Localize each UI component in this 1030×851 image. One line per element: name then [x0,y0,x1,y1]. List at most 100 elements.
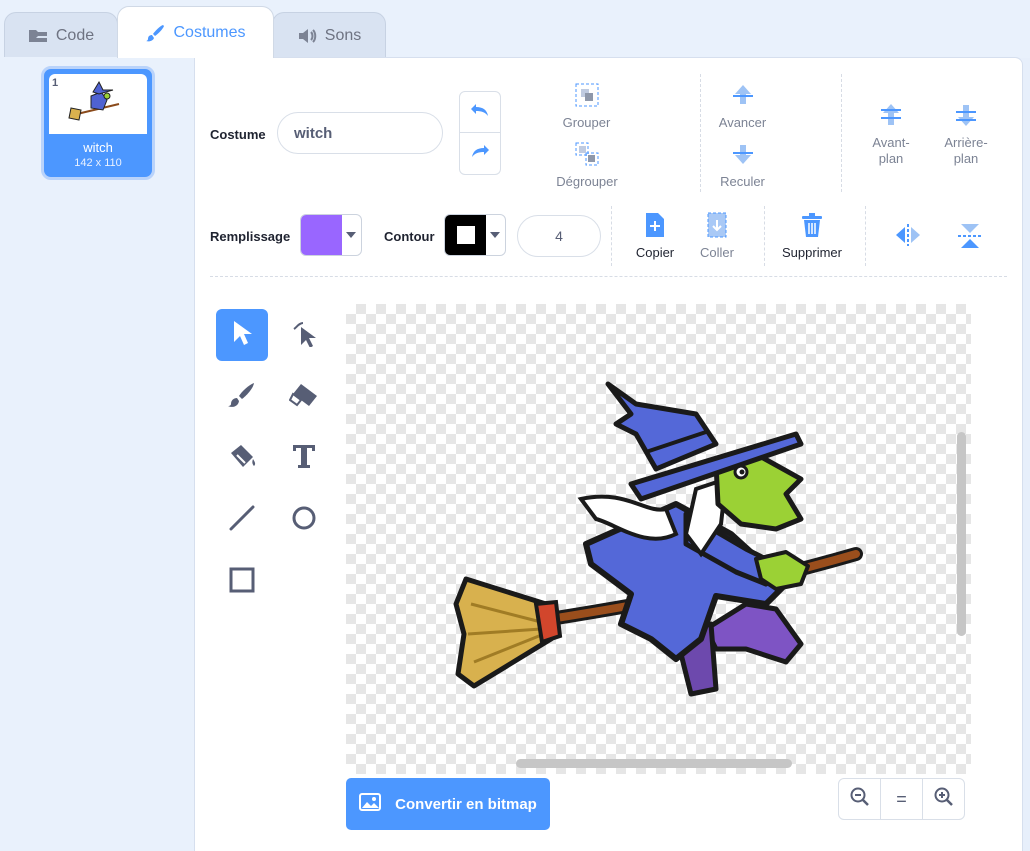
arrow-cursor-icon [231,320,253,351]
outline-width-input[interactable] [517,215,601,257]
tool-select[interactable] [216,309,268,361]
text-icon [291,443,317,474]
reshape-icon [290,319,318,352]
zoom-reset-button[interactable]: = [881,779,923,819]
tool-circle[interactable] [278,494,330,546]
group-icon [574,82,600,111]
zoom-out-icon [850,787,870,812]
drawing-canvas[interactable] [346,304,971,774]
copy-button[interactable]: Copier [631,212,679,261]
flip-vertical-button[interactable] [955,222,985,253]
divider [611,206,612,266]
undo-button[interactable] [459,91,501,133]
flip-vertical-icon [958,222,982,253]
rectangle-icon [228,566,256,599]
forward-label: Avancer [718,115,767,130]
paste-label: Coller [700,245,734,260]
tool-line[interactable] [216,494,268,546]
redo-button[interactable] [459,133,501,175]
costume-name-input[interactable] [277,112,443,154]
costume-size: 142 x 110 [74,157,122,169]
group-label: Grouper [562,115,611,130]
speaker-icon [297,27,317,45]
fill-color-swatch [301,215,342,255]
convert-to-bitmap-button[interactable]: Convertir en bitmap [346,778,550,830]
zoom-controls: = [838,778,965,820]
copy-icon [643,212,667,241]
bring-to-front-button[interactable]: Avant- plan [863,102,919,167]
tab-sounds-label: Sons [324,26,362,44]
tab-costumes[interactable]: Costumes [117,6,274,58]
tab-sounds[interactable]: Sons [272,12,386,58]
tool-rectangle[interactable] [216,556,268,608]
ungroup-button[interactable]: Dégrouper [556,141,618,190]
delete-button[interactable]: Supprimer [779,212,845,261]
tab-code-label: Code [55,26,95,44]
ungroup-icon [574,141,600,170]
send-to-back-button[interactable]: Arrière- plan [938,102,994,167]
toolbar-separator [210,276,1007,277]
divider [700,74,701,192]
outline-label: Contour [384,229,435,244]
flip-horizontal-icon [894,224,922,249]
paintbrush-icon [227,380,257,415]
paint-bucket-icon [227,441,257,476]
costume-list: 1 witch 142 x 110 [0,57,195,851]
chevron-down-icon [485,215,505,255]
bring-to-front-label: Avant- plan [872,135,910,166]
divider [764,206,765,266]
costume-item-witch[interactable]: 1 witch 142 x 110 [41,66,155,180]
costume-name: witch [83,140,113,155]
forward-button[interactable]: Avancer [715,82,770,131]
line-icon [228,504,256,537]
code-blocks-icon [28,28,48,44]
fill-color-picker[interactable] [300,214,362,256]
ungroup-label: Dégrouper [556,174,618,189]
divider [865,206,866,266]
convert-to-bitmap-label: Convertir en bitmap [395,795,537,813]
undo-icon [470,103,490,122]
backward-label: Reculer [720,174,765,189]
tab-code[interactable]: Code [4,12,118,58]
costume-thumbnail [49,74,147,134]
zoom-reset-label: = [896,788,907,809]
paste-icon [705,212,729,241]
zoom-in-icon [934,787,954,812]
tool-fill[interactable] [216,432,268,484]
chevron-down-icon [341,215,361,255]
circle-icon [290,504,318,537]
paintbrush-icon [145,23,165,43]
witch-sprite [453,381,863,697]
eraser-icon [288,382,319,413]
group-button[interactable]: Grouper [559,82,614,131]
paint-editor: Costume Grouper Dégrouper Avancer Recul [195,57,1023,851]
image-icon [359,793,382,815]
delete-label: Supprimer [782,245,842,260]
tool-reshape[interactable] [278,309,330,361]
canvas-vertical-scrollbar[interactable] [957,432,966,636]
copy-label: Copier [635,245,675,260]
trash-icon [800,212,824,241]
canvas-horizontal-scrollbar[interactable] [516,759,792,768]
costume-number: 1 [52,77,59,89]
arrow-down-icon [730,141,756,170]
fill-label: Remplissage [210,229,291,244]
editor-tabs: Code Costumes Sons [0,0,1030,58]
flip-horizontal-button[interactable] [893,224,923,249]
divider [841,74,842,192]
redo-icon [470,144,490,163]
tool-text[interactable] [278,432,330,484]
zoom-out-button[interactable] [839,779,881,819]
costume-name-label: Costume [210,127,266,142]
tab-costumes-label: Costumes [173,23,246,41]
paste-button[interactable]: Coller [693,212,741,261]
outline-color-picker[interactable] [444,214,506,256]
bring-to-front-icon [878,102,904,131]
tool-brush[interactable] [216,371,268,423]
outline-color-swatch [445,215,486,255]
send-to-back-icon [953,102,979,131]
backward-button[interactable]: Reculer [715,141,770,190]
zoom-in-button[interactable] [923,779,964,819]
arrow-up-icon [730,82,756,111]
tool-eraser[interactable] [278,371,330,423]
